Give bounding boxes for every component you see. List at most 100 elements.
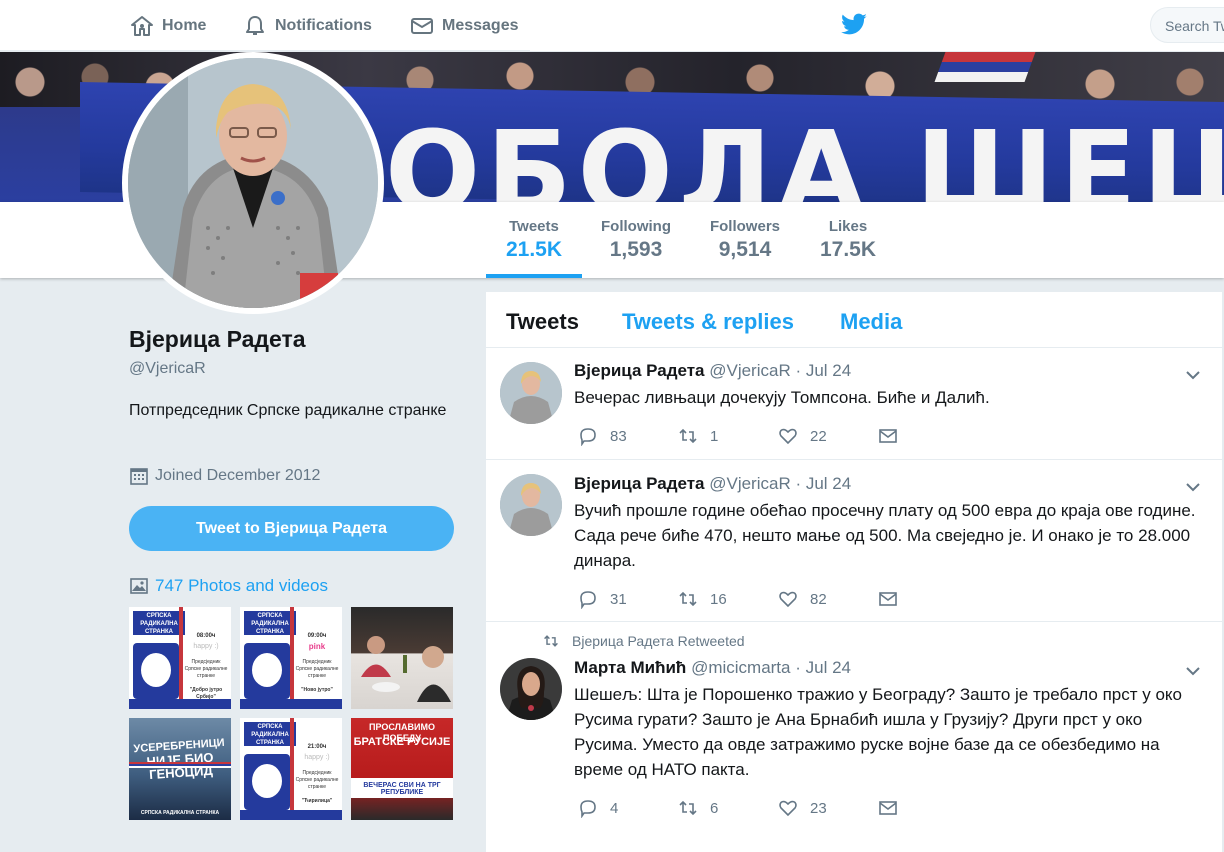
media-thumbnail[interactable]: СРПСКА РАДИКАЛНА СТРАНКА 08:00ч happy :)… [129,607,231,709]
thumb-line2: БРАТСКЕ РУСИЈЕ [353,736,451,748]
tweet-item[interactable]: Вјерица Радета @VjericaR · Jul 24 Вечера… [486,348,1222,460]
tab-tweets-replies[interactable]: Tweets & replies [622,309,794,335]
timeline: Tweets Tweets & replies Media Вјерица Ра… [486,292,1222,852]
retweet-button[interactable]: 6 [678,798,778,818]
tweet-text: Вучић прошле године обећао просечну плат… [574,501,1196,570]
tweet-author-handle[interactable]: @VjericaR [709,361,791,380]
retweet-icon [679,800,697,816]
tweet-date[interactable]: · Jul 24 [795,361,851,380]
stat-label: Following [601,218,671,235]
chevron-down-icon[interactable] [1184,366,1202,384]
photos-videos-link[interactable]: 747 Photos and videos [129,576,328,596]
photo-people-at-table [361,636,451,702]
tweet-author-name[interactable]: Вјерица Радета [574,474,705,493]
thumb-text: Предсједник Српске радикалне странке [295,659,339,679]
profile-avatar[interactable] [122,52,384,314]
retweet-note-text[interactable]: Вјерица Радета Retweeted [572,633,745,649]
tweet-header: Вјерица Радета @VjericaR · Jul 24 [574,474,851,494]
like-button[interactable]: 23 [778,798,878,818]
thumb-footer-bar [240,699,342,709]
profile-bio: Потпредседник Српске радикалне странке [129,402,447,419]
thumb-logo: pink [308,642,326,651]
thumb-flag-stripe [129,762,231,768]
retweet-count: 6 [710,799,719,817]
thumb-time: 08:00ч [196,633,216,639]
chevron-down-icon[interactable] [1184,662,1202,680]
envelope-icon [879,592,897,606]
stat-value: 17.5K [819,238,877,261]
twitter-bird-icon[interactable] [840,13,868,37]
chevron-down-icon[interactable] [1184,478,1202,496]
bell-icon [246,16,264,35]
avatar-portrait [500,474,562,536]
like-button[interactable]: 82 [778,589,878,609]
profile-handle[interactable]: @VjericaR [129,360,206,378]
joined-date: Joined December 2012 [129,466,320,486]
direct-message-button[interactable] [878,798,978,818]
media-thumbnail[interactable]: ПРОСЛАВИМО ПОБЕДУ БРАТСКЕ РУСИЈЕ ВЕЧЕРАС… [351,718,453,820]
thumb-badge: СРПСКА РАДИКАЛНА СТРАНКА [244,722,296,746]
reply-button[interactable]: 31 [578,589,678,609]
search-input[interactable]: Search Tw [1150,7,1224,43]
like-button[interactable]: 22 [778,426,878,446]
retweet-note: Вјерица Радета Retweeted [542,633,745,649]
reply-count: 31 [610,590,627,608]
reply-button[interactable]: 83 [578,426,678,446]
stat-tweets[interactable]: Tweets 21.5K [486,218,582,278]
like-count: 82 [810,590,827,608]
nav-home[interactable]: Home [130,0,206,52]
nav-notifications[interactable]: Notifications [243,0,372,52]
home-icon [131,16,153,36]
thumb-badge: СРПСКА РАДИКАЛНА СТРАНКА [133,611,185,635]
nav-messages-label: Messages [442,17,519,34]
tweet-header: Марта Мићић @micicmarta · Jul 24 [574,658,851,678]
nav-messages[interactable]: Messages [410,0,519,52]
direct-message-button[interactable] [878,426,978,446]
stat-value: 21.5K [505,238,563,261]
tab-tweets[interactable]: Tweets [506,309,579,335]
tab-media[interactable]: Media [840,309,902,335]
media-thumbnail[interactable]: СРПСКА РАДИКАЛНА СТРАНКА 09:00ч pink Пре… [240,607,342,709]
stat-following[interactable]: Following 1,593 [594,218,678,262]
media-thumbnail-photo[interactable] [351,607,453,709]
serbian-eagle-emblem-icon [133,643,179,699]
serbian-eagle-emblem-icon [244,754,290,810]
reply-icon [580,800,596,818]
envelope-icon [411,18,433,34]
stat-followers[interactable]: Followers 9,514 [704,218,786,262]
heart-icon [779,591,797,608]
reply-count: 83 [610,427,627,445]
like-count: 23 [810,799,827,817]
tweet-avatar[interactable] [500,658,562,720]
tweet-avatar[interactable] [500,474,562,536]
tweet-author-name[interactable]: Вјерица Радета [574,361,705,380]
tweet-author-handle[interactable]: @micicmarta [691,658,790,677]
tweet-date[interactable]: · Jul 24 [795,658,851,677]
thumb-badge: СРПСКА РАДИКАЛНА СТРАНКА [244,611,296,635]
thumb-logo: happy :) [304,754,330,761]
tweet-avatar[interactable] [500,362,562,424]
nav-home-label: Home [162,17,207,34]
tweet-author-name[interactable]: Марта Мићић [574,658,686,677]
image-icon [130,578,148,594]
media-thumbnail[interactable]: УСЕРЕБРЕНИЦИ НИЈЕ БИО ГЕНОЦИД СРПСКА РАД… [129,718,231,820]
tweet-item[interactable]: Вјерица Радета @VjericaR · Jul 24 Вучић … [486,460,1222,622]
direct-message-button[interactable] [878,589,978,609]
profile-name[interactable]: Вјерица Радета [129,326,306,353]
stat-likes[interactable]: Likes 17.5K [810,218,886,262]
reply-button[interactable]: 4 [578,798,678,818]
retweet-button[interactable]: 16 [678,589,778,609]
stat-label: Followers [709,218,780,235]
tweet-item[interactable]: Вјерица Радета Retweeted Марта Мићић @mi… [486,622,1222,842]
retweet-icon [679,428,697,444]
media-thumbnail[interactable]: СРПСКА РАДИКАЛНА СТРАНКА 21:00ч happy :)… [240,718,342,820]
tweet-date[interactable]: · Jul 24 [795,474,851,493]
joined-label: Joined December 2012 [155,467,321,484]
heart-icon [779,800,797,817]
retweet-button[interactable]: 1 [678,426,778,446]
thumb-time: 09:00ч [307,633,327,639]
thumb-headline: УСЕРЕБРЕНИЦИ НИЈЕ БИО ГЕНОЦИД [129,736,231,782]
tweet-to-button[interactable]: Tweet to Вјерица Радета [129,506,454,551]
tweet-author-handle[interactable]: @VjericaR [709,474,791,493]
tweet-actions: 4 6 23 [578,796,978,820]
